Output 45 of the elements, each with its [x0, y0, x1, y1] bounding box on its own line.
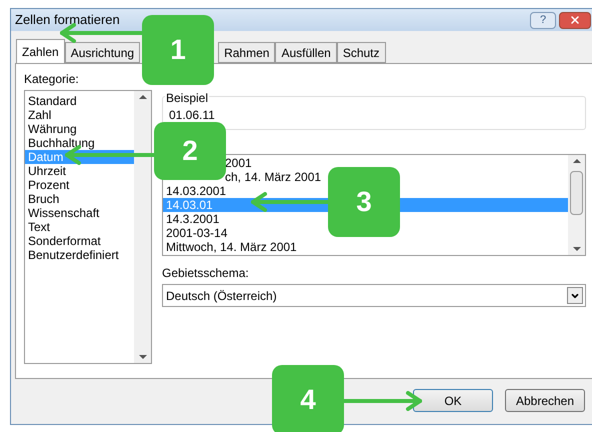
category-item[interactable]: Sonderformat [25, 234, 134, 248]
step-badge: 3 [328, 167, 400, 237]
scroll-down-icon[interactable] [138, 355, 146, 359]
help-button[interactable]: ? [530, 12, 556, 28]
tab[interactable]: Ausfüllen [275, 42, 337, 63]
tab[interactable]: Rahmen [218, 42, 276, 63]
category-item[interactable]: Benutzerdefiniert [25, 248, 134, 262]
category-item[interactable]: Uhrzeit [25, 164, 134, 178]
tab[interactable]: Ausrichtung [64, 42, 140, 63]
window-title: Zellen formatieren [15, 11, 120, 30]
scrollbar[interactable] [568, 155, 585, 255]
category-item[interactable]: Buchhaltung [25, 136, 134, 150]
close-icon [569, 14, 581, 26]
scroll-up-icon[interactable] [572, 159, 580, 163]
category-item[interactable]: Wissenschaft [25, 206, 134, 220]
step-badge: 2 [154, 122, 226, 180]
tab[interactable]: Schutz [336, 42, 386, 63]
type-item[interactable]: 14.03.2001 [163, 184, 230, 198]
type-item[interactable]: 2001-03-14 [163, 226, 230, 240]
category-item[interactable]: Zahl [25, 108, 134, 122]
category-item[interactable]: Bruch [25, 192, 134, 206]
scroll-down-icon[interactable] [572, 247, 580, 251]
step-badge: 1 [142, 15, 214, 85]
type-item[interactable]: Mittwoch, 14. März 2001 [163, 240, 300, 254]
scrollbar[interactable] [134, 91, 151, 363]
scroll-thumb[interactable] [570, 171, 583, 215]
locale-dropdown[interactable]: Deutsch (Österreich) [162, 284, 586, 307]
type-item[interactable]: 14.3.2001 [163, 212, 222, 226]
dialog-button[interactable]: OK [413, 389, 493, 412]
dialog-button[interactable]: Abbrechen [505, 389, 585, 412]
close-button[interactable] [559, 12, 591, 28]
category-label: Kategorie: [24, 71, 80, 88]
category-item[interactable]: Standard [25, 94, 134, 108]
type-item[interactable]: 2001 [225, 156, 252, 170]
locale-label: Gebietsschema: [162, 265, 250, 282]
step-badge: 4 [272, 365, 344, 432]
sample-value: 01.06.11 [169, 108, 215, 122]
category-item[interactable]: Prozent [25, 178, 134, 192]
tab[interactable]: Zahlen [16, 39, 65, 63]
dropdown-button[interactable] [567, 287, 583, 304]
category-item[interactable]: Währung [25, 122, 134, 136]
category-item[interactable]: Text [25, 220, 134, 234]
type-item[interactable]: ch, 14. März 2001 [225, 170, 322, 184]
locale-value: Deutsch (Österreich) [166, 288, 277, 304]
scroll-up-icon[interactable] [138, 95, 146, 99]
